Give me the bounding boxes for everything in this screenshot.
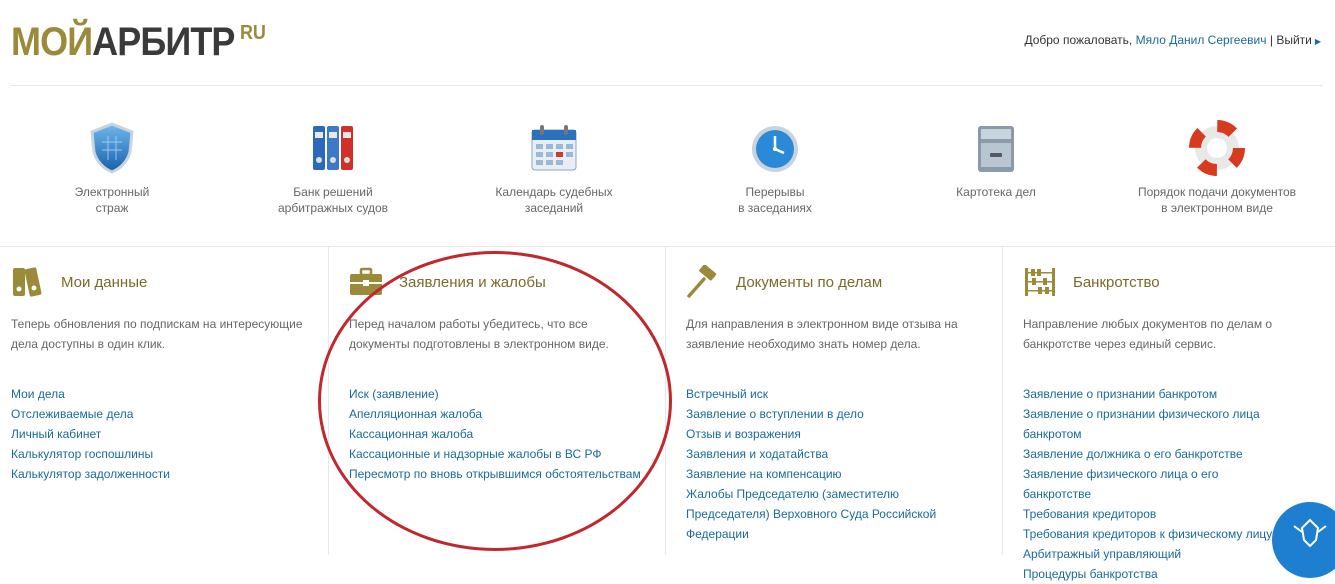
quick-link-court-calendar[interactable]: Календарь судебных заседаний bbox=[444, 120, 664, 216]
quick-link-label: Порядок подачи документов в электронном … bbox=[1137, 185, 1297, 215]
link-fee-calculator[interactable]: Калькулятор госпошлины bbox=[11, 444, 311, 464]
welcome-bar: Добро пожаловать, Мяло Данил Сергеевич |… bbox=[1024, 33, 1321, 47]
column-title[interactable]: Документы по делам bbox=[736, 274, 882, 291]
quick-link-label: Календарь судебных заседаний bbox=[495, 185, 613, 215]
quick-link-decisions-bank[interactable]: Банк решений арбитражных судов bbox=[223, 120, 443, 216]
link-appeal[interactable]: Апелляционная жалоба bbox=[349, 404, 649, 424]
quick-link-submission-procedure[interactable]: Порядок подачи документов в электронном … bbox=[1107, 120, 1327, 216]
column-title[interactable]: Мои данные bbox=[61, 274, 147, 291]
column-header: Документы по делам bbox=[686, 265, 882, 299]
binders-icon bbox=[313, 126, 353, 170]
link-cassation[interactable]: Кассационная жалоба bbox=[349, 424, 649, 444]
divider: | bbox=[1269, 33, 1273, 47]
link-my-cases[interactable]: Мои дела bbox=[11, 384, 311, 404]
logout-link[interactable]: Выйти bbox=[1276, 33, 1312, 47]
file-cabinet-icon bbox=[978, 126, 1014, 172]
link-individual-bankruptcy[interactable]: Заявление о признании физического лица б… bbox=[1023, 404, 1283, 444]
column-header: Заявления и жалобы bbox=[349, 265, 546, 299]
column-case-documents: Документы по делам Для направления в эле… bbox=[665, 247, 1003, 555]
divider-line bbox=[11, 85, 1323, 86]
quick-link-label: Электронный страж bbox=[74, 185, 150, 215]
services-section: Мои данные Теперь обновления по подписка… bbox=[0, 246, 1335, 581]
column-description: Перед началом работы убедитесь, что все … bbox=[349, 317, 609, 351]
quick-links: Электронный страж Банк решений арбитражн… bbox=[0, 120, 1335, 230]
column-my-data: Мои данные Теперь обновления по подписка… bbox=[0, 247, 328, 555]
link-creditor-claims[interactable]: Требования кредиторов bbox=[1023, 504, 1283, 524]
link-debtor-bankruptcy[interactable]: Заявление должника о его банкротстве bbox=[1023, 444, 1283, 464]
user-name-link[interactable]: Мяло Данил Сергеевич bbox=[1136, 33, 1267, 47]
link-debt-calculator[interactable]: Калькулятор задолженности bbox=[11, 464, 311, 484]
column-links: Заявление о признании банкротом Заявлени… bbox=[1023, 384, 1283, 584]
column-description: Направление любых документов по делам о … bbox=[1023, 317, 1273, 351]
court-emblem-badge[interactable] bbox=[1272, 502, 1335, 578]
quick-link-breaks[interactable]: Перерывы в заседаниях bbox=[665, 120, 885, 216]
quick-link-label: Перерывы в заседаниях bbox=[738, 185, 812, 215]
column-links: Иск (заявление) Апелляционная жалоба Кас… bbox=[349, 384, 649, 484]
quick-link-electronic-guard[interactable]: Электронный страж bbox=[2, 120, 222, 216]
link-join-case[interactable]: Заявление о вступлении в дело bbox=[686, 404, 956, 424]
link-review-new-circumstances[interactable]: Пересмотр по вновь открывшимся обстоятел… bbox=[349, 464, 649, 484]
column-description: Теперь обновления по подпискам на интере… bbox=[11, 317, 303, 351]
welcome-text: Добро пожаловать, bbox=[1024, 33, 1133, 47]
logo-ru: RU bbox=[239, 22, 266, 44]
link-chairman-complaints[interactable]: Жалобы Председателю (заместителю Председ… bbox=[686, 484, 956, 544]
site-logo[interactable]: МОЙАРБИТР RU bbox=[11, 20, 266, 71]
logo-part1: МОЙ bbox=[11, 20, 93, 64]
quick-link-case-file[interactable]: Картотека дел bbox=[886, 120, 1106, 200]
header: МОЙАРБИТР RU Добро пожаловать, Мяло Данил… bbox=[0, 0, 1335, 86]
logo-part2: АРБИТР bbox=[92, 20, 235, 64]
shield-icon bbox=[90, 122, 134, 174]
column-title[interactable]: Банкротство bbox=[1073, 274, 1160, 291]
link-bankruptcy-procedures[interactable]: Процедуры банкротства bbox=[1023, 564, 1283, 584]
column-title[interactable]: Заявления и жалобы bbox=[399, 274, 546, 291]
folders-icon bbox=[13, 267, 42, 297]
abacus-icon bbox=[1025, 268, 1055, 296]
quick-link-label: Картотека дел bbox=[956, 185, 1036, 199]
lifebuoy-icon bbox=[1189, 120, 1245, 176]
gavel-icon bbox=[687, 265, 717, 298]
column-header: Мои данные bbox=[11, 265, 147, 299]
clock-icon bbox=[752, 126, 798, 172]
link-tracked-cases[interactable]: Отслеживаемые дела bbox=[11, 404, 311, 424]
link-response-objections[interactable]: Отзыв и возражения bbox=[686, 424, 956, 444]
arrow-right-icon: ▶ bbox=[1314, 37, 1321, 46]
link-supreme-court-complaints[interactable]: Кассационные и надзорные жалобы в ВС РФ bbox=[349, 444, 649, 464]
link-lawsuit[interactable]: Иск (заявление) bbox=[349, 384, 649, 404]
quick-link-label: Банк решений арбитражных судов bbox=[277, 185, 389, 215]
link-creditor-claims-individual[interactable]: Требования кредиторов к физическому лицу bbox=[1023, 524, 1283, 544]
link-personal-account[interactable]: Личный кабинет bbox=[11, 424, 311, 444]
link-counterclaim[interactable]: Встречный иск bbox=[686, 384, 956, 404]
column-claims: Заявления и жалобы Перед началом работы … bbox=[328, 247, 666, 555]
link-motions[interactable]: Заявления и ходатайства bbox=[686, 444, 956, 464]
column-header: Банкротство bbox=[1023, 265, 1160, 299]
link-individual-self-bankruptcy[interactable]: Заявление физического лица о его банкрот… bbox=[1023, 464, 1283, 504]
column-links: Мои дела Отслеживаемые дела Личный кабин… bbox=[11, 384, 311, 484]
column-description: Для направления в электронном виде отзыв… bbox=[686, 317, 958, 351]
eagle-emblem-icon bbox=[1293, 518, 1327, 548]
link-compensation[interactable]: Заявление на компенсацию bbox=[686, 464, 956, 484]
column-links: Встречный иск Заявление о вступлении в д… bbox=[686, 384, 956, 544]
calendar-icon bbox=[531, 125, 577, 171]
link-arbitration-manager[interactable]: Арбитражный управляющий bbox=[1023, 544, 1283, 564]
link-bankruptcy-claim[interactable]: Заявление о признании банкротом bbox=[1023, 384, 1283, 404]
briefcase-icon bbox=[350, 267, 382, 295]
